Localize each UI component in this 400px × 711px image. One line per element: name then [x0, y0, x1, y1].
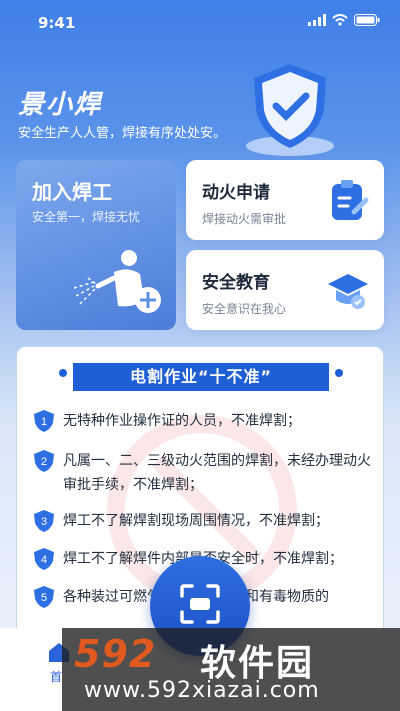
scan-icon	[180, 584, 220, 624]
site-watermark: 592 软件园 www.592xiazai.com	[62, 628, 400, 711]
svg-text:4: 4	[41, 554, 47, 566]
safety-education-card[interactable]: 安全教育 安全意识在我心	[186, 250, 384, 330]
status-icons	[308, 14, 380, 26]
svg-text:2: 2	[41, 456, 47, 468]
fire-card-subtitle: 焊接动火需审批	[202, 212, 287, 226]
rule-item: 3 焊工不了解焊割现场周围情况，不准焊割；	[33, 509, 383, 533]
join-welder-card[interactable]: 加入焊工 安全第一，焊接无忧	[16, 160, 176, 330]
svg-text:1: 1	[41, 416, 47, 428]
join-card-title: 加入焊工	[32, 180, 112, 204]
welder-icon	[74, 250, 161, 313]
shield-number-icon: 3	[34, 510, 54, 532]
rule-item: 2 凡属一、二、三级动火范围的焊割，未经办理动火审批手续，不准焊割；	[33, 449, 383, 497]
rules-title: 电割作业“十不准”	[73, 363, 329, 391]
fire-card-title: 动火申请	[202, 183, 270, 203]
wifi-icon	[332, 14, 348, 26]
svg-text:5: 5	[41, 592, 47, 604]
education-card-title: 安全教育	[202, 273, 270, 293]
join-card-subtitle: 安全第一，焊接无忧	[32, 210, 141, 224]
battery-icon	[354, 14, 380, 26]
watermark-url: www.592xiazai.com	[84, 678, 320, 703]
status-bar: 9:41	[0, 0, 400, 44]
shield-number-icon: 5	[34, 586, 54, 608]
header-right-dot	[335, 369, 343, 377]
header-left-dot	[59, 369, 67, 377]
rule-text: 无特种作业操作证的人员，不准焊割；	[63, 413, 301, 429]
svg-text:3: 3	[41, 516, 47, 528]
app-brand: 景小焊	[18, 90, 103, 120]
rule-item: 1 无特种作业操作证的人员，不准焊割；	[33, 409, 383, 433]
education-card-subtitle: 安全意识在我心	[202, 302, 287, 316]
app-slogan: 安全生产人人管，焊接有序处处安。	[18, 126, 227, 141]
shield-icon	[246, 64, 334, 156]
tab-home-label: 首	[50, 670, 63, 684]
rule-text: 焊工不了解焊割现场周围情况，不准焊割；	[63, 513, 329, 529]
shield-number-icon: 4	[34, 548, 54, 570]
shield-number-icon: 2	[34, 450, 54, 472]
fire-application-card[interactable]: 动火申请 焊接动火需审批	[186, 160, 384, 240]
graduation-cap-icon	[328, 274, 368, 309]
signal-icon	[308, 14, 326, 26]
watermark-logo: 592	[74, 632, 157, 676]
shield-number-icon: 1	[34, 410, 54, 432]
status-time: 9:41	[38, 14, 76, 32]
rule-text: 凡属一、二、三级动火范围的焊割，未经办理动火审批手续，不准焊割；	[63, 453, 371, 493]
clipboard-icon	[332, 180, 369, 220]
